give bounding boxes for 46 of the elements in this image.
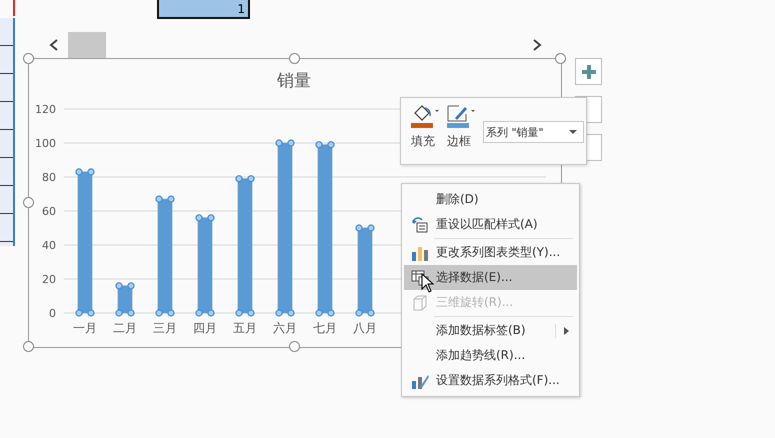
axis-label: 五月 xyxy=(233,321,257,335)
paint-bucket-icon xyxy=(411,104,441,128)
axis-label: 80 xyxy=(42,171,56,184)
axis-label: 八月 xyxy=(353,321,377,335)
axis-label: 六月 xyxy=(273,321,297,335)
axis-label: 三月 xyxy=(153,321,177,335)
menu-item[interactable]: 选择数据(E)... xyxy=(404,265,577,290)
resize-handle[interactable] xyxy=(555,53,566,64)
resize-handle[interactable] xyxy=(289,341,300,352)
bar[interactable] xyxy=(158,198,172,314)
resize-handle[interactable] xyxy=(23,53,34,64)
plus-icon xyxy=(582,64,596,78)
cell-marker xyxy=(13,0,15,16)
axis-label: 60 xyxy=(42,205,56,218)
reset-icon xyxy=(411,216,429,232)
axis-label: 120 xyxy=(35,103,56,116)
axis-label: 一月 xyxy=(73,321,97,335)
border-button[interactable]: 边框 xyxy=(447,104,477,150)
scroll-left-icon[interactable] xyxy=(49,39,59,51)
axis-label: 四月 xyxy=(193,321,217,335)
axis-label: 七月 xyxy=(313,321,337,335)
fill-button[interactable]: 填充 xyxy=(411,104,441,150)
selected-cell[interactable]: 1 xyxy=(157,0,250,19)
resize-handle[interactable] xyxy=(289,53,300,64)
bar[interactable] xyxy=(198,217,212,314)
submenu-arrow-icon xyxy=(564,326,569,334)
format-series-icon xyxy=(411,372,429,388)
scroll-thumb[interactable] xyxy=(68,32,106,58)
axis-label: 二月 xyxy=(113,321,137,335)
axis-label: 0 xyxy=(49,307,56,320)
dropdown-arrow-icon xyxy=(569,130,577,134)
pencil-icon xyxy=(447,104,477,128)
axis-label: 40 xyxy=(42,239,56,252)
resize-handle[interactable] xyxy=(23,197,34,208)
axis-label: 100 xyxy=(35,137,56,150)
scroll-right-icon[interactable] xyxy=(532,39,542,51)
mouse-cursor-icon xyxy=(421,273,435,293)
cube-icon xyxy=(411,294,429,310)
add-element-button[interactable] xyxy=(575,58,602,85)
series-dropdown[interactable]: 系列 "销量" xyxy=(483,121,584,143)
resize-handle[interactable] xyxy=(23,341,34,352)
menu-item[interactable]: 设置数据系列格式(F)... xyxy=(404,368,577,393)
chart-title: 销量 xyxy=(277,71,311,91)
axis-label: 20 xyxy=(42,273,56,286)
bar-chart-icon xyxy=(411,244,429,260)
bar[interactable] xyxy=(358,228,372,314)
